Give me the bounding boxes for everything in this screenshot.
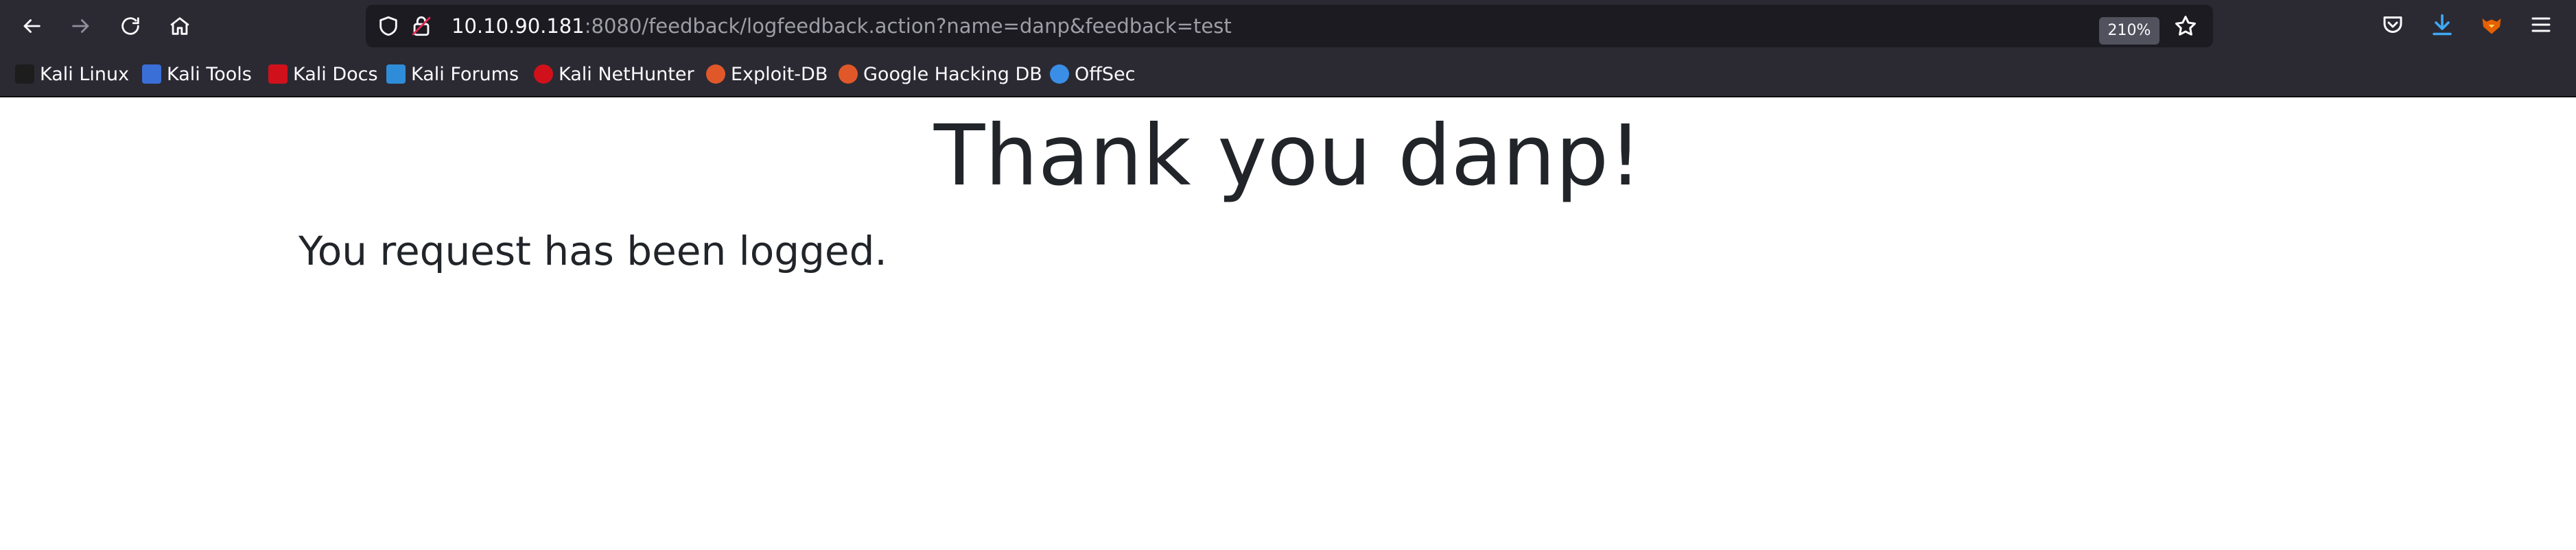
nethunter-icon (534, 64, 553, 84)
bookmark-label: OffSec (1075, 63, 1136, 85)
insecure-lock-icon[interactable] (410, 14, 433, 38)
back-arrow-icon (23, 19, 40, 33)
bookmark-kali-nethunter[interactable]: Kali NetHunter (534, 62, 694, 86)
bookmark-label: Exploit-DB (731, 63, 828, 85)
pocket-icon[interactable] (2380, 12, 2405, 37)
page-title: Thank you danp! (933, 107, 1643, 204)
exploit-db-icon (706, 64, 725, 84)
address-bar[interactable]: 10.10.90.181:8080/feedback/logfeedback.a… (366, 5, 2213, 47)
offsec-icon (1050, 64, 1069, 84)
kali-forums-icon (386, 64, 406, 84)
back-button[interactable] (14, 8, 49, 44)
hamburger-menu-icon[interactable] (2529, 12, 2553, 37)
forward-button[interactable] (63, 8, 99, 44)
bookmark-kali-forums[interactable]: Kali Forums (386, 62, 519, 86)
browser-chrome: 10.10.90.181:8080/feedback/logfeedback.a… (0, 0, 2576, 97)
url-text[interactable]: 10.10.90.181:8080/feedback/logfeedback.a… (452, 5, 1232, 47)
url-path: :8080/feedback/logfeedback.action?name=d… (584, 14, 1232, 38)
url-host: 10.10.90.181 (452, 14, 585, 38)
bookmark-label: Kali NetHunter (559, 63, 694, 85)
bookmark-exploit-db[interactable]: Exploit-DB (706, 62, 828, 86)
bookmark-label: Google Hacking DB (863, 63, 1042, 85)
extension-fox-icon[interactable] (2479, 12, 2504, 37)
bookmark-offsec[interactable]: OffSec (1050, 62, 1135, 86)
bookmark-label: Kali Linux (40, 63, 130, 85)
kali-tools-icon (142, 64, 161, 84)
bookmark-kali-linux[interactable]: Kali Linux (15, 62, 129, 86)
bookmark-kali-docs[interactable]: Kali Docs (268, 62, 378, 86)
home-button[interactable] (162, 8, 198, 44)
bookmark-label: Kali Forums (411, 63, 519, 85)
bookmark-label: Kali Docs (293, 63, 378, 85)
page-content: Thank you danp! You request has been log… (0, 97, 2576, 550)
confirmation-message: You request has been logged. (298, 228, 887, 274)
kali-dragon-icon (15, 64, 34, 84)
bookmark-kali-tools[interactable]: Kali Tools (142, 62, 252, 86)
ghdb-icon (839, 64, 858, 84)
reload-button[interactable] (113, 8, 148, 44)
bookmark-label: Kali Tools (167, 63, 252, 85)
bookmarks-toolbar: Kali Linux Kali Tools Kali Docs Kali For… (0, 52, 2576, 97)
bookmark-star-icon[interactable] (2173, 14, 2198, 38)
kali-docs-icon (268, 64, 288, 84)
tracking-protection-shield-icon[interactable] (377, 14, 400, 38)
home-icon (170, 17, 189, 35)
reload-icon (121, 17, 139, 35)
navigation-toolbar: 10.10.90.181:8080/feedback/logfeedback.a… (0, 0, 2576, 52)
zoom-level-badge[interactable]: 210% (2099, 17, 2159, 45)
downloads-icon[interactable] (2430, 12, 2455, 37)
bookmark-google-hacking-db[interactable]: Google Hacking DB (839, 62, 1042, 86)
forward-arrow-icon (72, 19, 89, 33)
